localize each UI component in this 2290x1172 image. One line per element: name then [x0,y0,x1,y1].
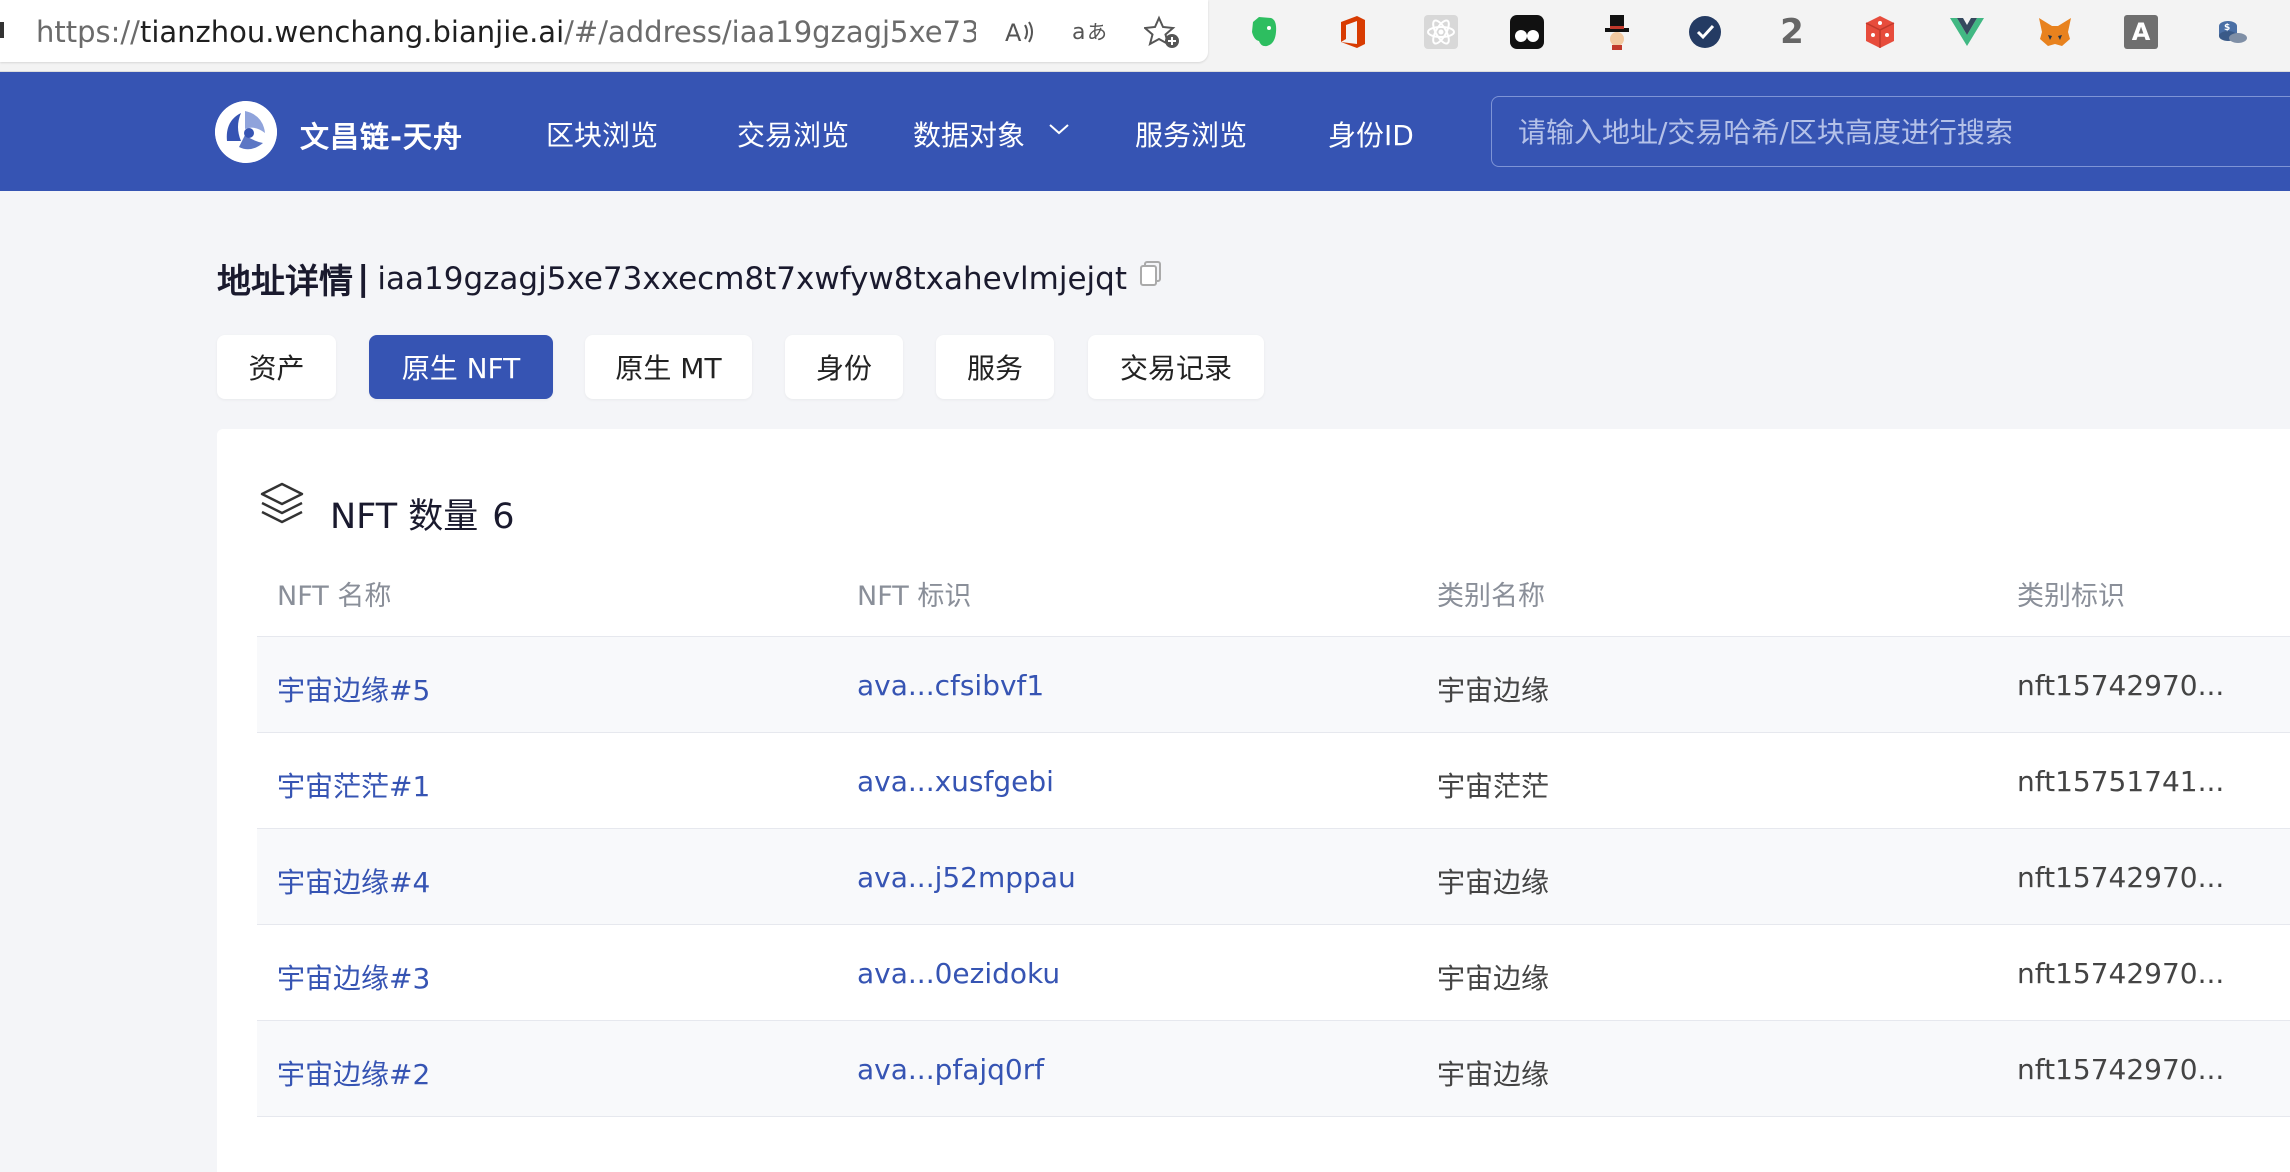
tab-native-nft[interactable]: 原生 NFT [369,335,553,399]
class-name: 宇宙边缘 [1437,674,1550,707]
class-id: nft15742970... [2017,861,2225,894]
tab-assets[interactable]: 资产 [217,335,336,399]
page-title-separator: | [357,258,370,299]
check-extension-icon[interactable] [1685,12,1725,52]
tampermonkey-extension-icon[interactable] [1507,12,1547,52]
layers-icon [260,482,304,524]
table-row: 宇宙边缘#4 ava...j52mppau 宇宙边缘 nft15742970..… [257,828,2290,924]
tab-transactions[interactable]: 交易记录 [1088,335,1264,399]
coins-extension-icon[interactable]: $ [2212,12,2252,52]
nft-id-link[interactable]: ava...0ezidoku [857,957,1060,990]
read-aloud-icon[interactable]: A [1000,12,1040,52]
nav-services[interactable]: 服务浏览 [1135,114,1247,154]
url-path: /#/address/iaa19gzagj5xe73xxec... [564,15,976,49]
metamask-extension-icon[interactable] [2035,12,2075,52]
class-id: nft15751741... [2017,765,2225,798]
class-name: 宇宙边缘 [1437,866,1550,899]
table-row: 宇宙边缘#2 ava...pfajq0rf 宇宙边缘 nft15742970..… [257,1020,2290,1116]
incognito-hat-extension-icon[interactable] [1597,12,1637,52]
chevron-down-icon[interactable] [1046,119,1072,139]
column-header-nft-name: NFT 名称 [277,581,392,612]
number-extension-icon[interactable]: 2 [1772,12,1812,52]
nft-name-link[interactable]: 宇宙茫茫#1 [277,765,430,805]
class-id: nft15742970... [2017,669,2225,702]
office-extension-icon[interactable] [1333,12,1373,52]
nft-count-label: NFT 数量 [330,497,479,537]
column-header-class-name: 类别名称 [1437,581,1545,612]
url-host: tianzhou.wenchang.bianjie.ai [139,15,565,49]
site-header: 文昌链-天舟 区块浏览 交易浏览 数据对象 服务浏览 身份ID [0,72,2290,191]
table-row: 宇宙边缘#5 ava...cfsibvf1 宇宙边缘 nft15742970..… [257,636,2290,732]
svg-text:$: $ [2224,23,2230,33]
class-id: nft15742970... [2017,957,2225,990]
class-name: 宇宙边缘 [1437,1058,1550,1091]
favorite-add-icon[interactable] [1142,12,1182,52]
tab-native-mt[interactable]: 原生 MT [585,335,752,399]
nft-name-link[interactable]: 宇宙边缘#3 [277,957,430,997]
nft-id-link[interactable]: ava...pfajq0rf [857,1053,1044,1086]
nft-id-link[interactable]: ava...xusfgebi [857,765,1054,798]
address-bar[interactable]: https://tianzhou.wenchang.bianjie.ai/#/a… [0,0,1208,62]
column-header-class-id: 类别标识 [2017,581,2125,612]
class-id: nft15742970... [2017,1053,2225,1086]
logo-icon[interactable] [215,101,277,163]
translate-icon[interactable]: aあ [1070,12,1110,52]
class-name: 宇宙边缘 [1437,962,1550,995]
nft-count-value: 6 [492,497,515,537]
tab-services[interactable]: 服务 [936,335,1054,399]
nav-transactions[interactable]: 交易浏览 [737,114,849,154]
svg-text:A: A [1005,19,1022,47]
site-name[interactable]: 文昌链-天舟 [300,114,463,156]
nft-id-link[interactable]: ava...j52mppau [857,861,1076,894]
table-bottom-divider [257,1116,2290,1117]
nav-data-objects[interactable]: 数据对象 [913,114,1025,154]
nav-identity[interactable]: 身份ID [1328,114,1414,154]
nft-id-link[interactable]: ava...cfsibvf1 [857,669,1044,702]
font-extension-icon[interactable]: A [2124,15,2158,49]
address-bar-edge [0,22,4,38]
svg-text:あ: あ [1087,20,1107,44]
page-title: 地址详情 | iaa19gzagj5xe73xxecm8t7xwfyw8txah… [217,254,1127,303]
dice-extension-icon[interactable] [1860,12,1900,52]
react-devtools-extension-icon[interactable] [1421,12,1461,52]
nft-name-link[interactable]: 宇宙边缘#4 [277,861,430,901]
svg-text:a: a [1072,20,1085,45]
url-text[interactable]: https://tianzhou.wenchang.bianjie.ai/#/a… [36,15,976,49]
table-row: 宇宙茫茫#1 ava...xusfgebi 宇宙茫茫 nft15751741..… [257,732,2290,828]
copy-icon[interactable] [1138,260,1164,288]
evernote-extension-icon[interactable] [1244,12,1284,52]
nft-name-link[interactable]: 宇宙边缘#5 [277,669,430,709]
browser-toolbar: https://tianzhou.wenchang.bianjie.ai/#/a… [0,0,2290,72]
vue-devtools-extension-icon[interactable] [1947,12,1987,52]
page-title-label: 地址详情 [217,262,353,302]
tab-identity[interactable]: 身份 [785,335,903,399]
address-value: iaa19gzagj5xe73xxecm8t7xwfyw8txahevlmjej… [377,260,1127,297]
class-name: 宇宙茫茫 [1437,770,1550,803]
search-box[interactable] [1491,96,2290,167]
nft-count-title: NFT 数量 6 [330,488,515,539]
nft-name-link[interactable]: 宇宙边缘#2 [277,1053,430,1093]
column-header-nft-id: NFT 标识 [857,581,972,612]
search-input[interactable] [1518,115,2258,149]
table-row: 宇宙边缘#3 ava...0ezidoku 宇宙边缘 nft15742970..… [257,924,2290,1020]
nav-blocks[interactable]: 区块浏览 [546,114,658,154]
url-prefix: https:// [36,15,140,49]
